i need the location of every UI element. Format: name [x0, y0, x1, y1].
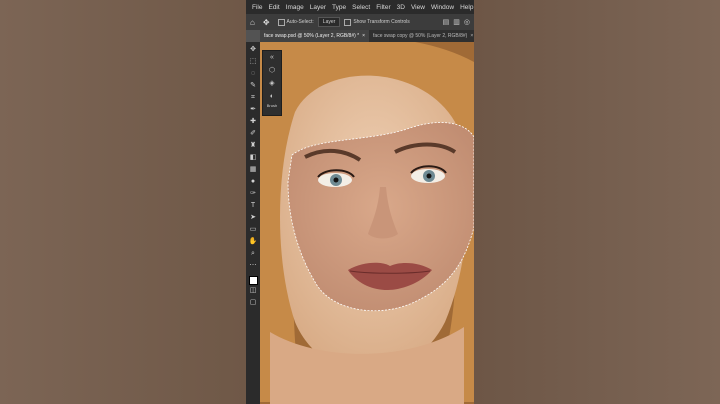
healing-icon[interactable]: ✚ — [250, 116, 256, 128]
pen-icon[interactable]: ✑ — [250, 188, 256, 200]
gradient-icon[interactable]: ▦ — [250, 164, 257, 176]
3d-cube-icon[interactable]: ⬡ — [269, 64, 275, 77]
menu-select[interactable]: Select — [352, 4, 370, 11]
canvas-image — [260, 42, 474, 404]
zoom-icon[interactable]: ⌕ — [251, 248, 255, 260]
screen-mode-icon[interactable]: ▢ — [250, 297, 257, 309]
transform-checkbox[interactable] — [344, 18, 352, 26]
3d-mode-icon[interactable]: ◎ — [464, 18, 470, 26]
hand-icon[interactable]: ✋ — [249, 236, 258, 248]
document-tabs: face swap.psd @ 50% (Layer 2, RGB/8#) * … — [260, 30, 474, 42]
options-bar: ⌂ ✥ Auto-Select: Layer Show Transform Co… — [246, 14, 474, 30]
auto-select-label: Auto-Select: — [286, 19, 314, 25]
dodge-icon[interactable]: ● — [251, 176, 255, 188]
panel-collapse-icon[interactable]: « — [270, 51, 274, 64]
close-icon[interactable]: × — [362, 33, 365, 39]
menu-edit[interactable]: Edit — [268, 4, 279, 11]
menu-layer[interactable]: Layer — [310, 4, 326, 11]
menu-3d[interactable]: 3D — [397, 4, 405, 11]
quick-mask-icon[interactable]: ◫ — [250, 285, 257, 297]
document-canvas[interactable] — [260, 42, 474, 404]
marquee-icon[interactable]: ⬚ — [250, 56, 257, 68]
align-left-icon[interactable]: ▤ — [443, 18, 450, 26]
brush-icon[interactable]: ✐ — [250, 128, 256, 140]
menu-window[interactable]: Window — [431, 4, 454, 11]
type-icon[interactable]: T — [251, 200, 255, 212]
crop-icon[interactable]: ⌗ — [251, 92, 255, 104]
tab-face-swap-copy[interactable]: face swap copy @ 50% (Layer 2, RGB/8#) × — [369, 30, 474, 42]
quick-select-icon[interactable]: ✎ — [250, 80, 256, 92]
home-icon[interactable]: ⌂ — [250, 18, 255, 27]
tab-label: face swap.psd @ 50% (Layer 2, RGB/8#) * — [264, 33, 360, 39]
menu-view[interactable]: View — [411, 4, 425, 11]
menu-help[interactable]: Help — [460, 4, 473, 11]
tools-panel: ✥ ⬚ ◌ ✎ ⌗ ✒ ✚ ✐ ♜ ◧ ▦ ● ✑ T ➤ ▭ ✋ ⌕ ⋯ ◫ … — [246, 42, 260, 404]
path-select-icon[interactable]: ➤ — [250, 212, 256, 224]
left-pupil — [333, 177, 339, 183]
shape-icon[interactable]: ▭ — [250, 224, 257, 236]
menu-filter[interactable]: Filter — [376, 4, 390, 11]
menu-type[interactable]: Type — [332, 4, 346, 11]
align-center-icon[interactable]: ▥ — [453, 18, 460, 26]
photoshop-window: File Edit Image Layer Type Select Filter… — [246, 0, 474, 404]
move-tool-icon[interactable]: ✥ — [263, 18, 270, 27]
brush-panel-label[interactable]: Brush — [267, 103, 277, 109]
move-icon[interactable]: ✥ — [250, 44, 256, 56]
lasso-icon[interactable]: ◌ — [251, 68, 255, 80]
eraser-icon[interactable]: ◧ — [250, 152, 257, 164]
auto-select-dropdown[interactable]: Layer — [317, 17, 341, 27]
adjust-icon[interactable]: ◐ — [270, 90, 274, 103]
more-icon[interactable]: ⋯ — [250, 260, 257, 272]
floating-panel: « ⬡ ◈ ◐ Brush — [262, 50, 282, 116]
background-right — [474, 0, 720, 404]
tab-label: face swap copy @ 50% (Layer 2, RGB/8#) — [373, 33, 468, 39]
menu-image[interactable]: Image — [286, 4, 304, 11]
transform-label: Show Transform Controls — [353, 19, 410, 25]
align-icons: ▤ ▥ ◎ — [443, 18, 470, 26]
close-icon[interactable]: × — [470, 33, 473, 39]
right-pupil — [426, 173, 432, 179]
stamp-icon[interactable]: ♜ — [250, 140, 256, 152]
tab-face-swap[interactable]: face swap.psd @ 50% (Layer 2, RGB/8#) * … — [260, 30, 370, 42]
background-left — [0, 0, 246, 404]
layers-icon[interactable]: ◈ — [269, 77, 274, 90]
menu-bar: File Edit Image Layer Type Select Filter… — [246, 0, 474, 14]
eyedropper-icon[interactable]: ✒ — [250, 104, 256, 116]
auto-select-checkbox[interactable] — [277, 18, 285, 26]
menu-file[interactable]: File — [252, 4, 262, 11]
foreground-color-swatch[interactable] — [248, 276, 258, 285]
